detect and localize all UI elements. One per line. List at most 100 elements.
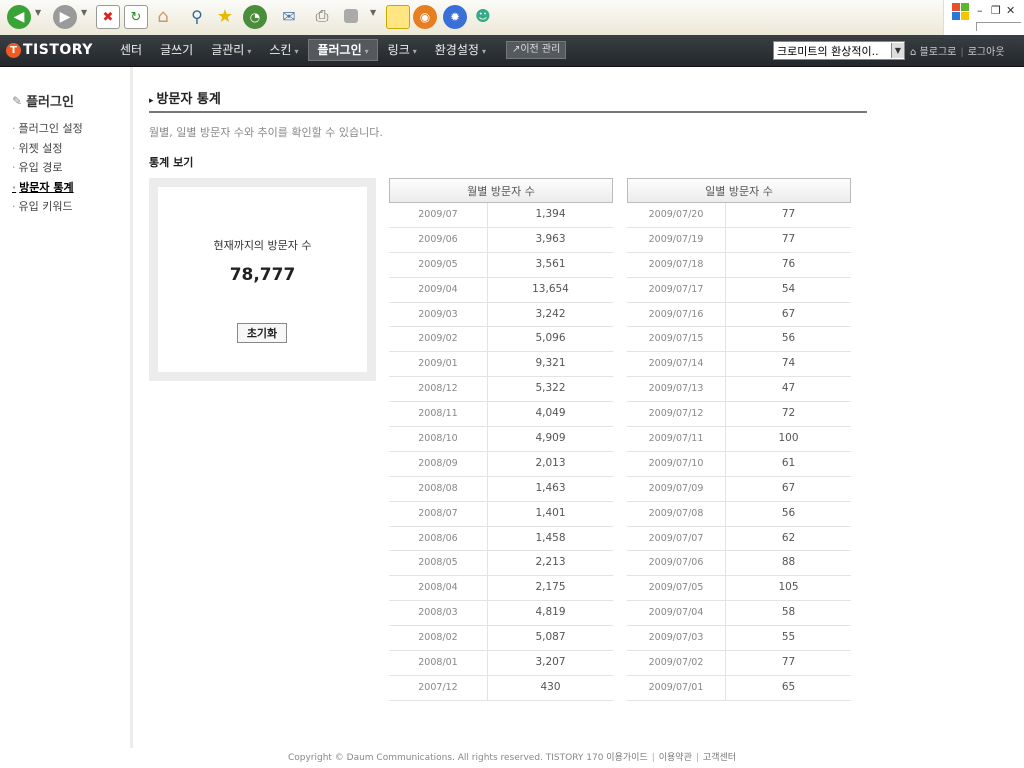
- table-row: 2009/07/03 55: [627, 626, 851, 652]
- nav-plugin[interactable]: 플러그인 ▾: [308, 39, 378, 61]
- table-row: 2008/06 1,458: [389, 526, 613, 552]
- table-row: 2009/07/18 76: [627, 252, 851, 278]
- favorites-icon[interactable]: ★: [214, 5, 236, 27]
- chevron-down-icon: ▾: [412, 47, 417, 56]
- sidebar-item-keywords[interactable]: 유입 키워드: [12, 197, 83, 217]
- nav-link[interactable]: 링크 ▾: [380, 40, 425, 60]
- row-date: 2009/02: [389, 327, 488, 352]
- back-icon[interactable]: ◀: [7, 5, 31, 29]
- row-count: 56: [781, 332, 796, 345]
- sidebar-item-referrers[interactable]: 유입 경로: [12, 158, 83, 178]
- total-visitors-value: 78,777: [229, 265, 296, 285]
- tistory-logo[interactable]: T TISTORY: [6, 40, 93, 60]
- row-count: 1,463: [535, 481, 566, 494]
- chevron-down-icon: ▾: [481, 47, 486, 56]
- row-date: 2009/07/18: [627, 252, 726, 277]
- reset-button[interactable]: 초기화: [237, 323, 287, 343]
- messenger-icon[interactable]: ☻: [472, 5, 494, 27]
- table-row: 2009/07/17 54: [627, 277, 851, 303]
- edit-icon[interactable]: [344, 9, 358, 23]
- row-count: 430: [540, 680, 561, 693]
- table-row: 2008/03 4,819: [389, 601, 613, 627]
- nav-settings-label: 환경설정: [434, 43, 479, 57]
- row-date: 2008/06: [389, 526, 488, 551]
- table-row: 2008/04 2,175: [389, 576, 613, 602]
- footer-link-terms[interactable]: 이용약관: [659, 753, 692, 763]
- edit-dropdown-icon[interactable]: ▼: [370, 8, 376, 17]
- forward-icon[interactable]: ▶: [53, 5, 77, 29]
- table-row: 2007/12 430: [389, 675, 613, 701]
- table-row: 2009/07/06 88: [627, 551, 851, 577]
- table-row: 2009/02 5,096: [389, 327, 613, 353]
- forward-dropdown-icon[interactable]: ▼: [81, 8, 87, 17]
- go-to-blog-link[interactable]: 블로그로: [920, 47, 957, 58]
- table-row: 2009/07/05 105: [627, 576, 851, 602]
- sidebar-item-visitor-stats[interactable]: 방문자 통계: [12, 178, 83, 198]
- nav-skin-label: 스킨: [269, 43, 292, 57]
- sidebar-item-plugin-settings[interactable]: 플러그인 설정: [12, 119, 83, 139]
- table-row: 2009/06 3,963: [389, 227, 613, 253]
- plugin-icon: ✎: [12, 93, 23, 108]
- table-row: 2009/07/11 100: [627, 427, 851, 452]
- row-date: 2008/04: [389, 576, 488, 601]
- row-date: 2009/07/05: [627, 576, 726, 601]
- daily-table-header: 일별 방문자 수: [627, 178, 851, 203]
- print-icon[interactable]: ⎙: [311, 5, 333, 27]
- nav-center[interactable]: 센터: [112, 40, 150, 60]
- row-date: 2009/04: [389, 277, 488, 302]
- table-row: 2008/07 1,401: [389, 501, 613, 527]
- row-date: 2008/08: [389, 476, 488, 501]
- logout-link[interactable]: 로그아웃: [968, 47, 1005, 58]
- row-date: 2009/07/10: [627, 451, 726, 476]
- row-date: 2009/07/04: [627, 601, 726, 626]
- row-count: 72: [781, 407, 796, 420]
- table-row: 2008/02 5,087: [389, 626, 613, 652]
- row-count: 5,096: [535, 332, 566, 345]
- nav-skin[interactable]: 스킨 ▾: [261, 40, 306, 60]
- stop-icon[interactable]: ✖: [96, 5, 120, 29]
- nav-center-label: 센터: [120, 43, 143, 57]
- table-row: 2009/07/02 77: [627, 651, 851, 676]
- home-icon[interactable]: ⌂: [152, 5, 174, 27]
- back-dropdown-icon[interactable]: ▼: [35, 8, 41, 17]
- mail-icon[interactable]: ✉: [278, 5, 300, 27]
- table-row: 2009/07/09 67: [627, 476, 851, 502]
- footer: Copyright © Daum Communications. All rig…: [0, 748, 1024, 768]
- page-title: ▸ 방문자 통계: [149, 88, 221, 107]
- search-icon[interactable]: ⚲: [186, 5, 208, 27]
- row-count: 4,819: [535, 606, 566, 619]
- footer-link-guide[interactable]: 이용가이드: [606, 753, 647, 763]
- header-links: ⌂ 블로그로 | 로그아웃: [910, 43, 1005, 58]
- row-date: 2009/05: [389, 252, 488, 277]
- media-icon[interactable]: ◉: [413, 5, 437, 29]
- notes-icon[interactable]: [386, 5, 410, 29]
- row-date: 2009/07/11: [627, 427, 726, 451]
- old-admin-button[interactable]: ↗이전 관리: [505, 41, 567, 59]
- row-count: 105: [778, 581, 799, 594]
- nav-settings[interactable]: 환경설정 ▾: [427, 40, 494, 60]
- refresh-icon[interactable]: ↻: [124, 5, 148, 29]
- chevron-down-icon: ▾: [364, 47, 369, 56]
- blog-select[interactable]: 크로미트의 환상적이.. ▼: [773, 41, 905, 60]
- settings-icon[interactable]: ✹: [443, 5, 467, 29]
- row-date: 2009/07: [389, 203, 488, 227]
- table-row: 2009/07/04 58: [627, 601, 851, 627]
- history-icon[interactable]: ◔: [243, 5, 267, 29]
- page-title-text: 방문자 통계: [156, 92, 221, 107]
- chevron-down-icon[interactable]: ▼: [891, 43, 904, 58]
- table-row: 2009/07/12 72: [627, 402, 851, 428]
- restore-icon[interactable]: ❐: [991, 4, 1001, 17]
- table-row: 2009/01 9,321: [389, 352, 613, 378]
- page-description: 월별, 일별 방문자 수와 추이를 확인할 수 있습니다.: [149, 126, 383, 139]
- nav-post-manage[interactable]: 글관리 ▾: [203, 40, 259, 60]
- blog-select-value: 크로미트의 환상적이..: [777, 44, 879, 58]
- home-small-icon: ⌂: [910, 47, 917, 58]
- sidebar-item-widget-settings[interactable]: 위젯 설정: [12, 139, 83, 159]
- row-date: 2009/07/14: [627, 352, 726, 377]
- minimize-icon[interactable]: –: [977, 4, 983, 17]
- tistory-logo-icon: T: [6, 42, 21, 58]
- nav-write[interactable]: 글쓰기: [152, 40, 201, 60]
- footer-link-support[interactable]: 고객센터: [703, 753, 736, 763]
- table-row: 2009/07/20 77: [627, 203, 851, 228]
- close-icon[interactable]: ✕: [1006, 4, 1015, 17]
